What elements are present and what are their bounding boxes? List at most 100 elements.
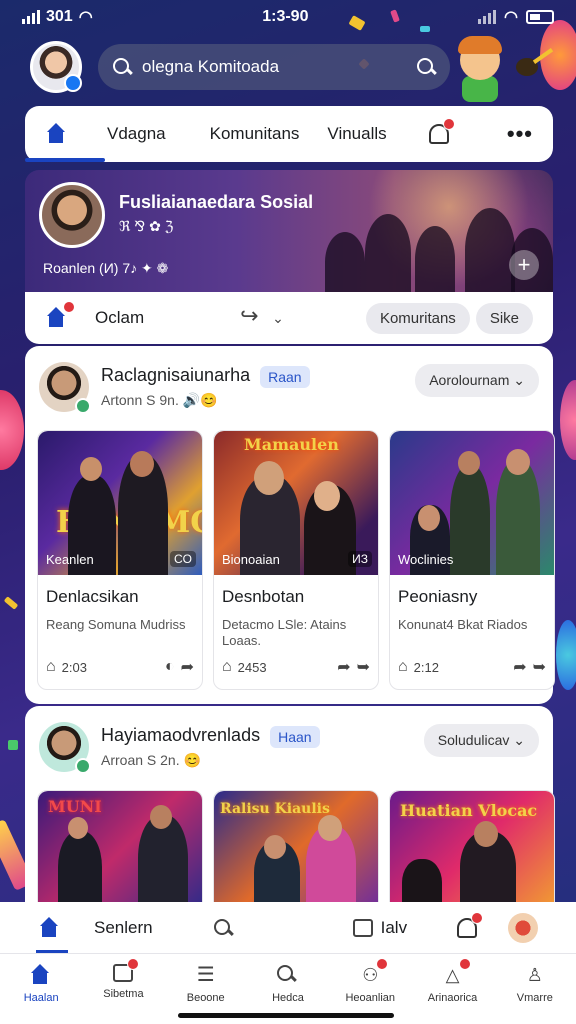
media-title[interactable]: Desnbotan bbox=[222, 587, 304, 607]
media-tiles: MUNI Ralisu Kiaulis Huatian Vlocac bbox=[37, 790, 555, 910]
media-tile[interactable]: Woclinies Peoniasny Konunat4 Bkat Riados… bbox=[389, 430, 555, 690]
profile-avatar[interactable] bbox=[30, 41, 82, 93]
emoji-icon: 😊 bbox=[183, 751, 201, 768]
guitar-illustration bbox=[510, 44, 554, 80]
chat-label[interactable]: Ialv bbox=[381, 918, 407, 938]
media-title[interactable]: Denlacsikan bbox=[46, 587, 139, 607]
media-thumbnail[interactable]: MUNI bbox=[38, 791, 202, 909]
like-icon[interactable]: ⌂ bbox=[46, 658, 56, 676]
tab-label[interactable]: Senlern bbox=[94, 918, 153, 938]
banner-subtitle: ℜ ⅋ ✿ ℨ bbox=[119, 218, 174, 234]
wifi-icon: ◠ bbox=[78, 9, 93, 26]
bottom-nav-label: Arinaorica bbox=[427, 992, 478, 1004]
store-icon bbox=[113, 958, 140, 982]
bottom-nav-notifications[interactable]: △ Arinaorica bbox=[421, 958, 485, 1024]
add-button[interactable]: + bbox=[509, 250, 539, 280]
media-tile[interactable]: Ralisu Kiaulis bbox=[213, 790, 379, 910]
bottom-nav-label: Vmarre bbox=[516, 992, 553, 1004]
nav-item-2[interactable]: Vinualls bbox=[327, 124, 386, 144]
forward-icon[interactable]: ➥ bbox=[533, 657, 546, 677]
like-icon[interactable]: ⌂ bbox=[398, 658, 408, 676]
search-input[interactable]: olegna Komitoada bbox=[142, 57, 406, 77]
media-tile[interactable]: Mamaulen Bionoaian ИЗ Desnbotan Detacmo … bbox=[213, 430, 379, 690]
author-tag: Raan bbox=[260, 365, 310, 388]
search-submit-icon[interactable] bbox=[416, 57, 436, 77]
search-icon bbox=[112, 57, 132, 77]
top-bar: olegna Komitoada bbox=[30, 40, 450, 94]
media-thumbnail[interactable]: Woclinies bbox=[390, 431, 554, 575]
author-name[interactable]: Hayiamaodvrenlads bbox=[101, 725, 260, 745]
groups-icon: ⚇ bbox=[358, 958, 389, 986]
media-description: Detacmo LSle: Atains Loaas. bbox=[222, 617, 347, 648]
media-tile[interactable]: Huatian Vlocac bbox=[389, 790, 555, 910]
media-tile[interactable]: FUNUMC Keanlen CO Denlacsikan Reang Somu… bbox=[37, 430, 203, 690]
search-icon[interactable] bbox=[213, 918, 233, 938]
media-caption: Bionoaian bbox=[222, 552, 280, 567]
community-home-icon[interactable] bbox=[45, 301, 75, 329]
chevron-down-icon: ⌄ bbox=[513, 372, 525, 388]
neon-sign: Mamaulen bbox=[244, 435, 339, 454]
nav-item-1[interactable]: Komunitans bbox=[210, 124, 300, 144]
notification-badge bbox=[442, 118, 455, 130]
play-icon[interactable]: ◐ bbox=[165, 658, 175, 676]
user-avatar[interactable] bbox=[508, 912, 538, 943]
media-count: ИЗ bbox=[348, 551, 372, 567]
post-dropdown[interactable]: Soludulicav ⌄ bbox=[423, 724, 539, 757]
neon-sign: Ralisu Kiaulis bbox=[220, 801, 330, 817]
community-banner[interactable]: Fusliaianaedara Sosial ℜ ⅋ ✿ ℨ Roanlen (… bbox=[25, 170, 553, 292]
status-clock: 1:3-90 bbox=[262, 8, 309, 25]
media-tile[interactable]: MUNI bbox=[37, 790, 203, 910]
search-bar[interactable]: olegna Komitoada bbox=[98, 44, 450, 90]
emoji-icon: 🔊😊 bbox=[182, 391, 218, 408]
home-icon[interactable] bbox=[45, 123, 67, 145]
verified-icon bbox=[75, 758, 91, 774]
forward-icon[interactable]: ➥ bbox=[357, 657, 370, 677]
share-icon[interactable]: ➦ bbox=[337, 657, 350, 677]
post-header: Raclagnisaiunarha Raan Artonn S 9n. 🔊😊 bbox=[39, 362, 310, 414]
verified-badge-icon bbox=[64, 74, 82, 92]
chevron-down-icon: ⌄ bbox=[513, 732, 525, 748]
post-dropdown[interactable]: Aorolournam ⌄ bbox=[415, 364, 539, 397]
media-thumbnail[interactable]: Huatian Vlocac bbox=[390, 791, 554, 909]
neon-sign: Huatian Vlocac bbox=[400, 801, 538, 820]
post-time: Arroan S 2n. bbox=[101, 751, 180, 768]
bottom-nav-label: Sibetma bbox=[103, 988, 144, 1000]
author-name[interactable]: Raclagnisaiunarha bbox=[101, 365, 250, 385]
home-icon[interactable] bbox=[38, 916, 60, 939]
bottom-nav-profile[interactable]: ♙ Vmarre bbox=[503, 964, 567, 1024]
notification-bell-icon[interactable] bbox=[428, 118, 455, 144]
author-avatar[interactable] bbox=[39, 362, 91, 414]
media-thumbnail[interactable]: Mamaulen Bionoaian ИЗ bbox=[214, 431, 378, 575]
share-icon[interactable] bbox=[240, 303, 262, 329]
filter-pill-community[interactable]: Komuritans bbox=[365, 302, 470, 334]
banner-avatar[interactable] bbox=[39, 182, 105, 248]
post-time: Artonn S 9n. bbox=[101, 391, 179, 408]
bottom-nav-home[interactable]: Haalan bbox=[9, 964, 73, 1024]
media-title[interactable]: Peoniasny bbox=[398, 587, 477, 607]
share-icon[interactable]: ➦ bbox=[513, 657, 526, 677]
share-icon[interactable]: ➦ bbox=[181, 657, 194, 677]
like-icon[interactable]: ⌂ bbox=[222, 658, 232, 676]
chat-icon[interactable] bbox=[352, 918, 373, 937]
bottom-nav-label: Beoone bbox=[186, 992, 225, 1004]
top-navigation: Vdagna Komunitans Vinualls ••• bbox=[25, 106, 553, 162]
verified-icon bbox=[75, 398, 91, 414]
more-options-icon[interactable]: ••• bbox=[507, 121, 533, 147]
bottom-nav-store[interactable]: Sibetma bbox=[91, 958, 155, 1024]
action-label[interactable]: Oclam bbox=[95, 308, 144, 328]
bell-icon: △ bbox=[441, 958, 471, 986]
nav-active-indicator bbox=[25, 158, 105, 162]
notification-bell-icon[interactable] bbox=[457, 911, 484, 938]
tab-active-indicator bbox=[36, 950, 68, 953]
media-description: Konunat4 Bkat Riados bbox=[398, 617, 528, 632]
media-thumbnail[interactable]: FUNUMC Keanlen CO bbox=[38, 431, 202, 575]
chevron-down-icon[interactable]: ⌄ bbox=[272, 310, 284, 327]
media-thumbnail[interactable]: Ralisu Kiaulis bbox=[214, 791, 378, 909]
secondary-tab-bar: Senlern Ialv bbox=[0, 902, 576, 954]
author-avatar[interactable] bbox=[39, 722, 91, 774]
post-header: Hayiamaodvrenlads Haan Arroan S 2n. 😊 bbox=[39, 722, 320, 774]
filter-pill-like[interactable]: Sike bbox=[475, 302, 533, 334]
media-caption: Keanlen bbox=[46, 552, 94, 567]
nav-item-0[interactable]: Vdagna bbox=[107, 124, 166, 144]
banner-title: Fusliaianaedara Sosial bbox=[119, 192, 314, 212]
